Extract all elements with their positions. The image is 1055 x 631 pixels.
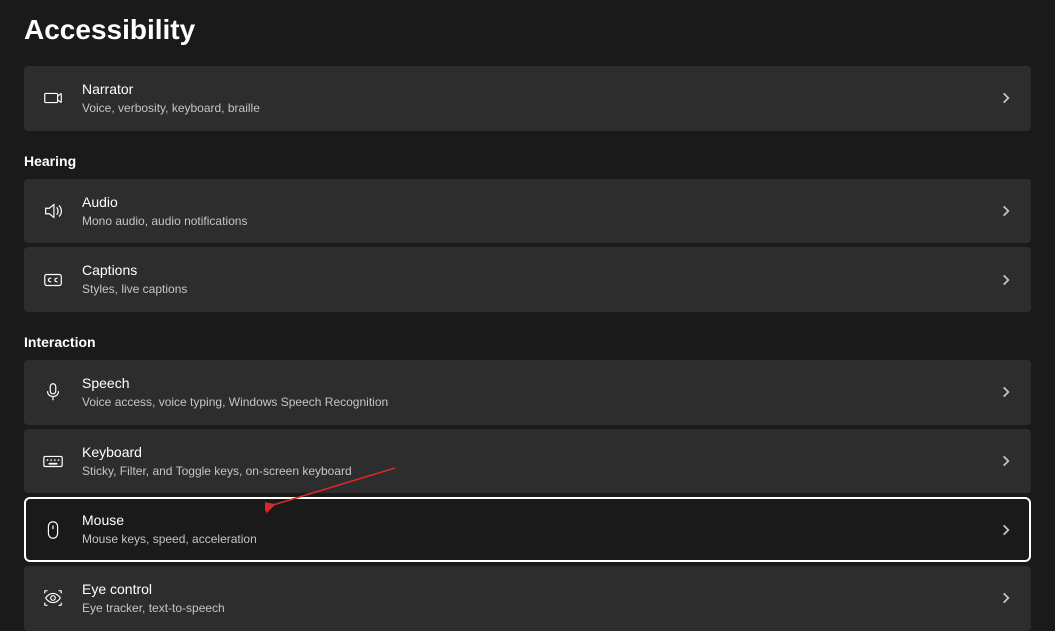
row-text: Narrator Voice, verbosity, keyboard, bra…: [82, 80, 999, 117]
row-text: Captions Styles, live captions: [82, 261, 999, 298]
row-desc: Voice access, voice typing, Windows Spee…: [82, 394, 999, 411]
row-text: Audio Mono audio, audio notifications: [82, 193, 999, 230]
mouse-icon: [42, 519, 64, 541]
row-text: Speech Voice access, voice typing, Windo…: [82, 374, 999, 411]
row-text: Mouse Mouse keys, speed, acceleration: [82, 511, 999, 548]
eye-control-icon: [42, 587, 64, 609]
row-audio[interactable]: Audio Mono audio, audio notifications: [24, 179, 1031, 244]
row-title: Eye control: [82, 580, 999, 599]
row-title: Keyboard: [82, 443, 999, 462]
row-mouse[interactable]: Mouse Mouse keys, speed, acceleration: [24, 497, 1031, 562]
chevron-right-icon: [999, 91, 1013, 105]
row-keyboard[interactable]: Keyboard Sticky, Filter, and Toggle keys…: [24, 429, 1031, 494]
chevron-right-icon: [999, 591, 1013, 605]
chevron-right-icon: [999, 273, 1013, 287]
row-desc: Sticky, Filter, and Toggle keys, on-scre…: [82, 463, 999, 480]
microphone-icon: [42, 381, 64, 403]
row-title: Mouse: [82, 511, 999, 530]
keyboard-icon: [42, 450, 64, 472]
chevron-right-icon: [999, 385, 1013, 399]
row-desc: Voice, verbosity, keyboard, braille: [82, 100, 999, 117]
row-desc: Eye tracker, text-to-speech: [82, 600, 999, 617]
chevron-right-icon: [999, 204, 1013, 218]
row-title: Speech: [82, 374, 999, 393]
row-eye-control[interactable]: Eye control Eye tracker, text-to-speech: [24, 566, 1031, 631]
page-title: Accessibility: [24, 14, 1031, 46]
row-title: Narrator: [82, 80, 999, 99]
chevron-right-icon: [999, 523, 1013, 537]
row-title: Audio: [82, 193, 999, 212]
row-narrator[interactable]: Narrator Voice, verbosity, keyboard, bra…: [24, 66, 1031, 131]
section-header-interaction: Interaction: [24, 334, 1031, 350]
row-title: Captions: [82, 261, 999, 280]
section-header-hearing: Hearing: [24, 153, 1031, 169]
chevron-right-icon: [999, 454, 1013, 468]
row-text: Eye control Eye tracker, text-to-speech: [82, 580, 999, 617]
captions-icon: [42, 269, 64, 291]
row-speech[interactable]: Speech Voice access, voice typing, Windo…: [24, 360, 1031, 425]
audio-icon: [42, 200, 64, 222]
narrator-icon: [42, 87, 64, 109]
row-captions[interactable]: Captions Styles, live captions: [24, 247, 1031, 312]
row-text: Keyboard Sticky, Filter, and Toggle keys…: [82, 443, 999, 480]
row-desc: Mouse keys, speed, acceleration: [82, 531, 999, 548]
row-desc: Styles, live captions: [82, 281, 999, 298]
row-desc: Mono audio, audio notifications: [82, 213, 999, 230]
